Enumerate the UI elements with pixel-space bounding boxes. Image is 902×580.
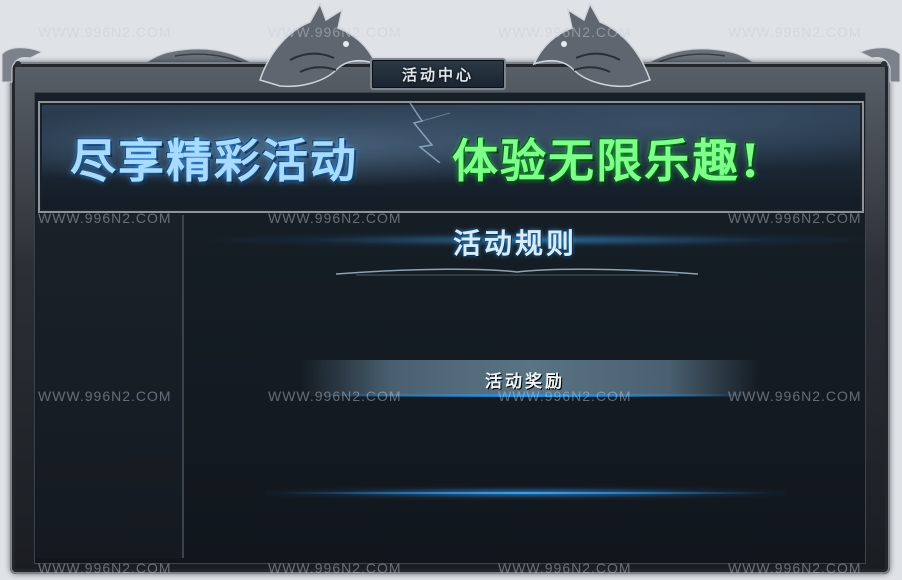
dragon-head-left-ornament xyxy=(259,2,378,88)
reward-heading: 活动奖励 xyxy=(485,371,565,392)
dragon-head-right-ornament xyxy=(532,2,651,88)
window-title-plate: 活动中心 xyxy=(370,58,506,90)
activity-list-sidebar xyxy=(36,215,184,558)
banner-slogan-left: 尽享精彩活动 xyxy=(70,134,358,188)
reward-bottom-line xyxy=(280,492,770,494)
corner-ornament-right xyxy=(858,47,901,83)
rules-divider xyxy=(336,268,698,276)
banner-slogan-right: 体验无限乐趣! xyxy=(452,134,763,188)
corner-ornament-left xyxy=(1,47,44,83)
reward-header-underline xyxy=(320,394,750,397)
activity-center-window: 活动中心 尽享精彩活动 体验无限乐趣! 活动规则 活动奖励 WWW.996N2.… xyxy=(0,0,902,580)
rules-heading: 活动规则 xyxy=(452,227,577,260)
promo-banner: 尽享精彩活动 体验无限乐趣! xyxy=(38,101,864,213)
window-title: 活动中心 xyxy=(401,65,474,84)
